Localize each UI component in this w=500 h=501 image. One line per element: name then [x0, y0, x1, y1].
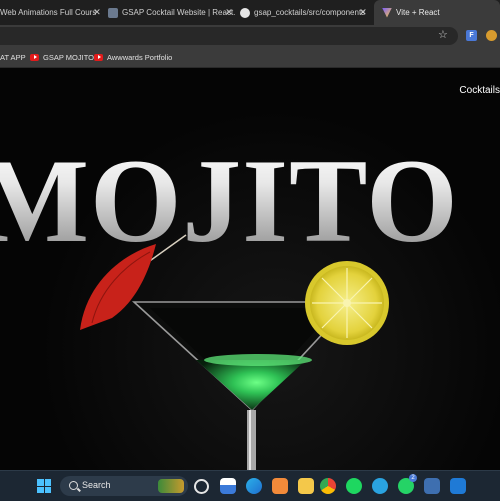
browser-toolbar: ☆ — [0, 25, 500, 47]
bookmark-awwwards-portfolio[interactable]: Awwwards Portfolio — [94, 47, 172, 67]
tab-gsap-cocktail-website[interactable]: GSAP Cocktail Website | React. ✕ — [108, 0, 236, 25]
chatgpt-icon[interactable] — [194, 479, 209, 494]
taskbar: Search 2 — [0, 470, 500, 501]
bookmark-star-icon[interactable]: ☆ — [438, 30, 448, 41]
extension-icon[interactable]: F — [466, 30, 477, 41]
page-viewport: Cocktails MOJITO — [0, 68, 500, 470]
bookmark-label: Awwwards Portfolio — [107, 52, 173, 62]
whatsapp-icon[interactable]: 2 — [398, 474, 417, 494]
lime-wheel — [305, 261, 389, 345]
tab-label: Web Animations Full Cours — [0, 8, 97, 17]
whatsapp-badge: 2 — [409, 474, 417, 482]
bookmark-at-app[interactable]: AT APP — [0, 47, 26, 67]
tab-github-components[interactable]: gsap_cocktails/src/components ✕ — [240, 0, 370, 25]
bookmarks-bar: AT APP GSAP MOJITO Awwwards Portfolio — [0, 47, 500, 68]
close-icon[interactable]: ✕ — [358, 7, 368, 17]
search-icon — [69, 481, 78, 490]
profile-avatar[interactable] — [486, 30, 497, 41]
bookmark-label: GSAP MOJITO — [43, 52, 94, 62]
youtube-icon — [30, 53, 39, 61]
spotify-icon[interactable] — [346, 478, 362, 494]
github-icon — [240, 7, 250, 18]
taskbar-search-box[interactable]: Search — [60, 476, 188, 496]
green-drink — [196, 360, 306, 410]
tab-vite-react[interactable]: Vite + React — [374, 0, 500, 25]
search-label: Search — [82, 480, 111, 490]
search-highlight-icon — [158, 479, 184, 493]
chrome-icon[interactable] — [320, 478, 336, 494]
windows-start-icon[interactable] — [37, 479, 51, 493]
vscode-icon[interactable] — [450, 478, 466, 494]
bookmark-gsap-mojito[interactable]: GSAP MOJITO — [30, 47, 94, 67]
cocktail-illustration — [80, 234, 389, 470]
address-bar[interactable] — [0, 27, 458, 45]
gsap-tab-icon — [108, 7, 118, 18]
youtube-icon — [94, 53, 103, 61]
glass-stem — [247, 410, 256, 470]
tab-strip: Web Animations Full Cours ✕ GSAP Cocktai… — [0, 0, 500, 25]
file-explorer-icon[interactable] — [298, 478, 314, 494]
close-icon[interactable]: ✕ — [224, 7, 234, 17]
tab-label: Vite + React — [396, 8, 440, 17]
telegram-icon[interactable] — [372, 478, 388, 494]
app-icon[interactable] — [424, 478, 440, 494]
tab-label: GSAP Cocktail Website | React. — [122, 8, 236, 17]
close-icon[interactable]: ✕ — [92, 7, 102, 17]
copilot-icon[interactable] — [272, 478, 288, 494]
edge-icon[interactable] — [246, 478, 262, 494]
vite-icon — [382, 7, 392, 18]
tab-label: gsap_cocktails/src/components — [254, 8, 366, 17]
task-view-icon[interactable] — [220, 478, 236, 494]
tab-web-animations[interactable]: Web Animations Full Cours ✕ — [0, 0, 104, 25]
bookmark-label: AT APP — [0, 52, 26, 62]
